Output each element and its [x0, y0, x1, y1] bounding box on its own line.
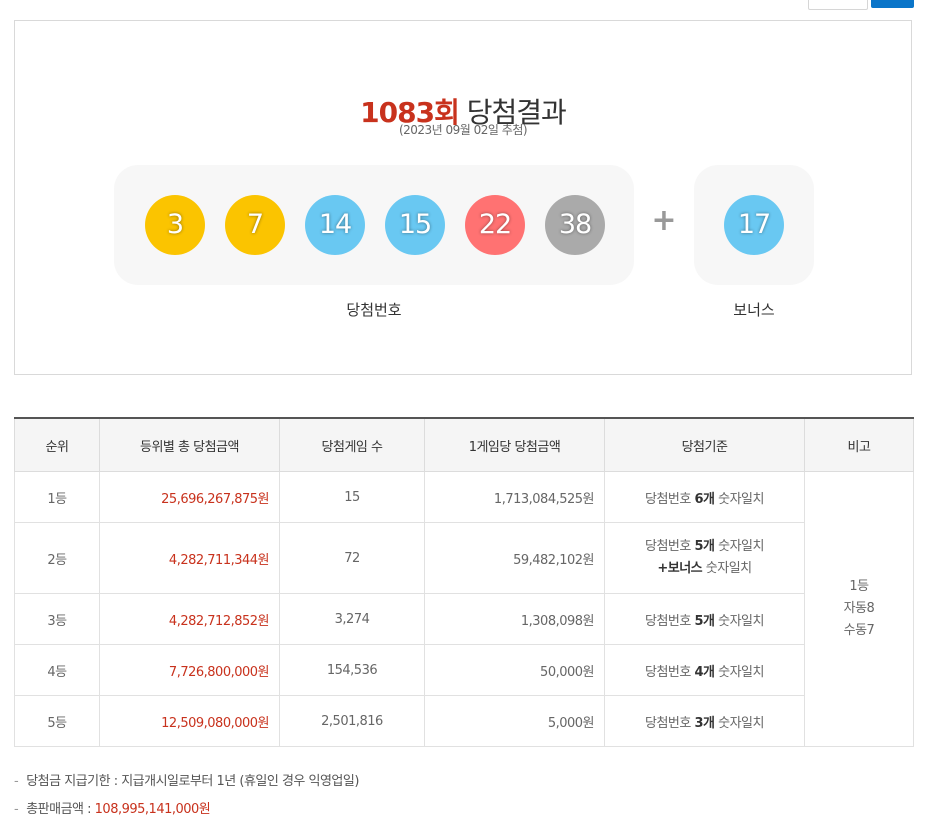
criteria-text: 당첨번호	[645, 491, 695, 507]
rank-cell: 4등	[14, 644, 100, 696]
dash-icon: -	[14, 774, 19, 789]
table-row: 5등 12,509,080,000원 2,501,816 5,000원 당첨번호…	[14, 695, 914, 747]
total-prize-cell: 7,726,800,000원	[99, 644, 280, 696]
prize-per-game-cell: 1,308,098원	[424, 593, 605, 645]
criteria-cell: 당첨번호 5개 숫자일치 +보너스 숫자일치	[604, 522, 805, 594]
criteria-text: 숫자일치	[714, 539, 764, 554]
header-criteria: 당첨기준	[604, 417, 805, 472]
total-sales-note: - 총판매금액 : 108,995,141,000원	[14, 800, 359, 828]
prize-table: 순위 등위별 총 당첨금액 당첨게임 수 1게임당 당첨금액 당첨기준 비고 1…	[14, 417, 914, 747]
criteria-text: 당첨번호	[645, 613, 695, 629]
top-primary-button[interactable]	[871, 0, 914, 8]
table-row: 4등 7,726,800,000원 154,536 50,000원 당첨번호 4…	[14, 644, 914, 696]
criteria-text: 당첨번호	[645, 715, 695, 731]
bonus-caption: 보너스	[733, 301, 775, 319]
total-prize-cell: 25,696,267,875원	[99, 471, 280, 523]
winner-count-cell: 2,501,816	[279, 695, 425, 747]
deadline-text: 지급개시일로부터 1년 (휴일인 경우 익영업일)	[121, 774, 359, 789]
header-prize-per-game: 1게임당 당첨금액	[424, 417, 605, 472]
draw-date: (2023년 09월 02일 추첨)	[398, 123, 528, 137]
criteria-line: +보너스 숫자일치	[615, 558, 794, 580]
criteria-text: 당첨번호	[645, 664, 695, 680]
winner-count-cell: 72	[279, 522, 425, 594]
criteria-cell: 당첨번호 6개 숫자일치	[604, 471, 805, 523]
total-prize-cell: 4,282,711,344원	[99, 522, 280, 594]
criteria-count: 5개	[694, 539, 715, 554]
prize-per-game-cell: 50,000원	[424, 644, 605, 696]
criteria-count: 4개	[694, 664, 715, 680]
criteria-cell: 당첨번호 5개 숫자일치	[604, 593, 805, 645]
draw-result-panel: 1083회 당첨결과 (2023년 09월 02일 추첨) 3 7 14 15 …	[14, 20, 912, 375]
rank-cell: 2등	[14, 522, 100, 594]
header-total-prize: 등위별 총 당첨금액	[99, 417, 280, 472]
rank-cell: 5등	[14, 695, 100, 747]
prize-per-game-cell: 59,482,102원	[424, 522, 605, 594]
winning-ball-6: 38	[545, 195, 605, 255]
criteria-text: 숫자일치	[702, 561, 752, 576]
winner-count-cell: 3,274	[279, 593, 425, 645]
winning-ball-3: 14	[305, 195, 365, 255]
top-secondary-button[interactable]	[808, 0, 868, 10]
header-rank: 순위	[14, 417, 100, 472]
header-winner-count: 당첨게임 수	[279, 417, 425, 472]
criteria-text: 숫자일치	[714, 715, 764, 731]
dash-icon: -	[14, 802, 19, 817]
criteria-text: 숫자일치	[714, 491, 764, 507]
winning-numbers-caption: 당첨번호	[346, 301, 402, 319]
criteria-plus: +	[657, 561, 668, 576]
bonus-ball: 17	[724, 195, 784, 255]
winning-ball-5: 22	[465, 195, 525, 255]
winning-ball-2: 7	[225, 195, 285, 255]
footnotes: - 당첨금 지급기한 : 지급개시일로부터 1년 (휴일인 경우 익영업일) -총…	[14, 772, 359, 828]
header-note: 비고	[804, 417, 914, 472]
winning-ball-4: 15	[385, 195, 445, 255]
prize-per-game-cell: 5,000원	[424, 695, 605, 747]
criteria-count: 3개	[694, 715, 715, 731]
note-line: 자동8	[843, 601, 875, 616]
table-row: 2등 4,282,711,344원 72 59,482,102원 당첨번호 5개…	[14, 522, 914, 594]
note-cell: 1등 자동8 수동7	[804, 471, 914, 747]
sales-value: 108,995,141,000원	[94, 802, 211, 817]
criteria-cell: 당첨번호 3개 숫자일치	[604, 695, 805, 747]
criteria-cell: 당첨번호 4개 숫자일치	[604, 644, 805, 696]
criteria-count: 6개	[694, 491, 715, 507]
deadline-label: 당첨금 지급기한 :	[26, 774, 122, 789]
plus-icon: +	[651, 203, 677, 238]
table-row: 1등 25,696,267,875원 15 1,713,084,525원 당첨번…	[14, 471, 914, 747]
prize-per-game-cell: 1,713,084,525원	[424, 471, 605, 523]
bonus-number-panel: 17	[694, 165, 814, 285]
payment-deadline-note: - 당첨금 지급기한 : 지급개시일로부터 1년 (휴일인 경우 익영업일)	[14, 772, 359, 800]
criteria-text: 숫자일치	[714, 613, 764, 629]
criteria-text: 숫자일치	[714, 664, 764, 680]
rank-cell: 3등	[14, 593, 100, 645]
criteria-line: 당첨번호 5개 숫자일치	[615, 536, 794, 558]
winning-numbers-panel: 3 7 14 15 22 38	[114, 165, 634, 285]
table-header-row: 순위 등위별 총 당첨금액 당첨게임 수 1게임당 당첨금액 당첨기준 비고	[14, 417, 914, 472]
total-prize-cell: 4,282,712,852원	[99, 593, 280, 645]
sales-label: 총판매금액 :	[26, 802, 95, 817]
table-row: 3등 4,282,712,852원 3,274 1,308,098원 당첨번호 …	[14, 593, 914, 645]
rank-cell: 1등	[14, 471, 100, 523]
note-line: 수동7	[843, 623, 875, 638]
criteria-bonus: 보너스	[667, 561, 703, 576]
winner-count-cell: 15	[279, 471, 425, 523]
criteria-count: 5개	[694, 613, 715, 629]
criteria-text: 당첨번호	[645, 539, 695, 554]
note-line: 1등	[849, 579, 869, 594]
winning-ball-1: 3	[145, 195, 205, 255]
winner-count-cell: 154,536	[279, 644, 425, 696]
total-prize-cell: 12,509,080,000원	[99, 695, 280, 747]
